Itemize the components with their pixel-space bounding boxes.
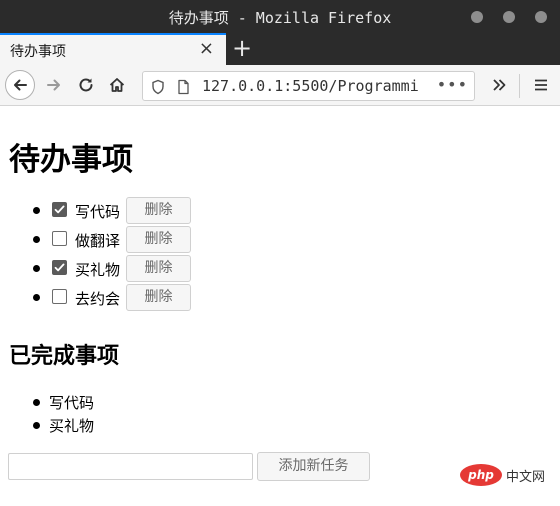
list-bullet [33, 236, 40, 243]
list-bullet [33, 207, 40, 214]
maximize-button[interactable] [503, 11, 515, 23]
close-window-button[interactable] [535, 11, 547, 23]
forward-arrow-icon [47, 79, 60, 91]
page-icon[interactable] [177, 79, 190, 95]
todo-checkbox[interactable] [52, 202, 67, 217]
todo-text: 买礼物 [75, 261, 121, 279]
shield-icon[interactable] [151, 79, 165, 95]
page-content: 待办事项 写代码 删除 做翻译 删除 买礼物 删除 去约会 删除 已完成事项 写… [0, 106, 560, 506]
nav-toolbar: 127.0.0.1:5500/Programmi ••• [0, 65, 560, 106]
url-text[interactable]: 127.0.0.1:5500/Programmi [202, 77, 446, 95]
back-arrow-icon [14, 79, 27, 91]
watermark-text: 中文网 [506, 470, 546, 485]
back-button[interactable] [5, 70, 35, 100]
hamburger-menu-button[interactable] [526, 70, 556, 100]
add-task-button[interactable]: 添加新任务 [257, 452, 370, 481]
todo-checkbox[interactable] [52, 289, 67, 304]
done-section-title: 已完成事项 [9, 344, 120, 369]
todo-text: 写代码 [75, 203, 121, 221]
todo-checkbox[interactable] [52, 231, 67, 246]
tab-strip: 待办事项 × + [0, 33, 560, 65]
watermark: php 中文网 [460, 462, 556, 488]
list-bullet [33, 265, 40, 272]
hamburger-icon [535, 79, 547, 91]
list-bullet [33, 294, 40, 301]
reload-button[interactable] [71, 70, 101, 100]
minimize-button[interactable] [471, 11, 483, 23]
list-bullet [33, 422, 40, 429]
todo-text: 去约会 [75, 290, 121, 308]
home-icon [109, 78, 125, 92]
checkmark-icon [54, 263, 65, 272]
new-task-input[interactable] [8, 453, 253, 480]
home-button[interactable] [102, 70, 132, 100]
todo-text: 做翻译 [75, 232, 121, 250]
todo-checkbox[interactable] [52, 260, 67, 275]
list-bullet [33, 399, 40, 406]
php-logo: php [460, 464, 502, 486]
delete-button[interactable]: 删除 [126, 226, 191, 253]
delete-button[interactable]: 删除 [126, 284, 191, 311]
forward-button[interactable] [39, 70, 69, 100]
reload-icon [79, 78, 93, 92]
page-title: 待办事项 [9, 142, 133, 178]
delete-button[interactable]: 删除 [126, 255, 191, 282]
tab-close-icon[interactable]: × [199, 38, 214, 60]
chevrons-right-icon [493, 79, 506, 91]
delete-button[interactable]: 删除 [126, 197, 191, 224]
checkmark-icon [54, 205, 65, 214]
done-text: 买礼物 [49, 417, 95, 435]
done-text: 写代码 [49, 394, 95, 412]
page-actions-icon[interactable]: ••• [437, 75, 468, 94]
url-bar[interactable]: 127.0.0.1:5500/Programmi ••• [142, 71, 475, 101]
tab-active[interactable]: 待办事项 × [0, 33, 226, 65]
overflow-menu-button[interactable] [484, 70, 514, 100]
window-titlebar: 待办事项 - Mozilla Firefox [0, 0, 560, 33]
tab-label: 待办事项 [10, 44, 66, 60]
new-tab-button[interactable]: + [231, 34, 253, 62]
toolbar-separator [519, 74, 520, 98]
